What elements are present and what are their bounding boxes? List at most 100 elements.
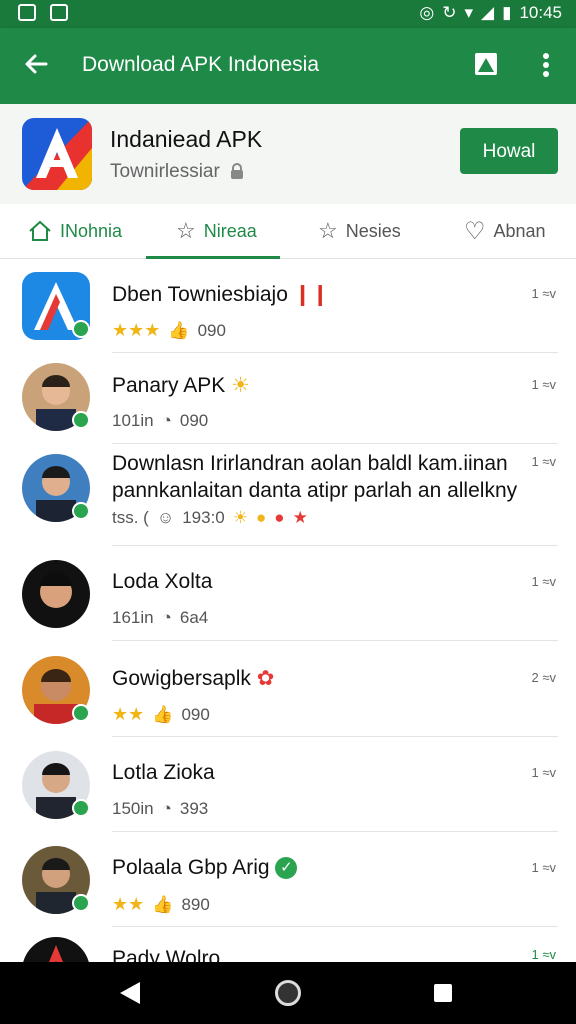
item-meta: 101in ◔ 090 <box>112 411 208 431</box>
bookmark-icon[interactable] <box>472 50 500 78</box>
like-count: 090 <box>197 320 226 340</box>
gallery-notification-icon <box>18 4 36 21</box>
verified-badge <box>72 411 90 429</box>
tab-home[interactable]: INohnia <box>28 204 122 258</box>
rating-stars: ★★ <box>112 894 145 914</box>
rating-stars: ★★ <box>112 704 145 724</box>
wifi-icon: ▾ <box>464 3 474 22</box>
item-time: 2 ≈v <box>531 670 556 685</box>
verified-badge <box>72 894 90 912</box>
flag-icon: ❙❙ <box>293 283 329 306</box>
app-logo <box>22 118 92 190</box>
system-navigation-bar <box>0 962 576 1024</box>
app-bar: Download APK Indonesia <box>0 28 576 104</box>
nav-back-icon[interactable] <box>120 982 140 1004</box>
lock-icon <box>231 163 243 179</box>
list-item[interactable]: Gowigbersaplk ✿ ★★ 👍 090 2 ≈v <box>0 642 576 737</box>
list-item[interactable]: Dben Towniesbiajo ❙❙ ★★★ 👍 090 1 ≈v <box>0 258 576 353</box>
item-duration: 101in <box>112 411 154 430</box>
item-meta: ★★ 👍 890 <box>112 894 210 915</box>
item-time: 1 ≈v <box>531 765 556 780</box>
nav-recents-icon[interactable] <box>434 984 452 1002</box>
tab-favorites[interactable]: ♡ Abnan <box>464 204 546 258</box>
sync-icon: ↻ <box>442 3 457 22</box>
list-item[interactable]: Pady Wolro 1 ≈v <box>0 927 576 962</box>
timer-icon: ◔ <box>161 799 172 818</box>
sun-emoji-icon: ☀ <box>232 508 248 527</box>
list-item[interactable]: Polaala Gbp Arig ✓ ★★ 👍 890 1 ≈v <box>0 832 576 927</box>
store-notification-icon <box>50 4 68 21</box>
verified-check-icon: ✓ <box>275 857 298 880</box>
like-count: 393 <box>179 799 209 818</box>
item-prefix: tss. ( <box>112 508 149 527</box>
item-meta: ★★ 👍 090 <box>112 704 210 725</box>
verified-badge <box>72 799 90 817</box>
back-arrow-icon[interactable] <box>20 48 52 80</box>
avatar <box>22 560 90 628</box>
app-developer: Townirlessiar <box>110 161 220 182</box>
timer-icon: ◔ <box>161 608 172 627</box>
item-title: Gowigbersaplk ✿ <box>112 667 275 690</box>
star-icon: ☆ <box>318 218 338 243</box>
tab-label: Abnan <box>493 220 546 241</box>
status-time: 10:45 <box>519 3 562 22</box>
timer-icon: ◔ <box>161 411 172 430</box>
item-duration: 161in <box>112 608 154 627</box>
item-meta: 161in ◔ 6a4 <box>112 608 208 628</box>
tab-label: INohnia <box>60 220 123 241</box>
alarm-icon: ◎ <box>419 3 435 22</box>
battery-icon: ▮ <box>502 3 512 22</box>
like-count: 890 <box>181 894 210 914</box>
item-time: 1 ≈v <box>531 286 556 301</box>
thumbs-up-icon: 👍 <box>152 894 174 914</box>
item-title: Panary APK ☀ <box>112 374 250 397</box>
list-item[interactable]: Panary APK ☀ 101in ◔ 090 1 ≈v <box>0 349 576 444</box>
thumbs-up-icon: 👍 <box>152 704 174 724</box>
app-bar-title: Download APK Indonesia <box>82 53 319 76</box>
like-count: 193:0 <box>182 508 225 527</box>
item-duration: 150in <box>112 799 154 818</box>
item-time: 1 ≈v <box>531 454 556 469</box>
like-count: 090 <box>179 411 209 430</box>
nav-home-icon[interactable] <box>275 980 301 1006</box>
heart-icon: ♡ <box>464 217 486 245</box>
verified-badge <box>72 704 90 722</box>
list-item[interactable]: Loda Xolta 161in ◔ 6a4 1 ≈v <box>0 546 576 641</box>
home-icon <box>29 220 51 241</box>
tab-popular[interactable]: ☆ Nireaa <box>176 204 257 258</box>
verified-badge <box>72 320 90 338</box>
list-item[interactable]: Downlasn Irirlandran aolan baldl kam.iin… <box>0 440 576 546</box>
star-icon: ☆ <box>176 218 196 243</box>
status-bar: ◎ ↻ ▾ ◢ ▮ 10:45 <box>0 0 576 28</box>
sticker-icon: ✿ <box>256 667 275 690</box>
sun-emoji-icon: ☀ <box>231 374 250 397</box>
item-time: 1 ≈v <box>531 860 556 875</box>
item-title: Dben Towniesbiajo ❙❙ <box>112 283 329 306</box>
item-time: 1 ≈v <box>531 574 556 589</box>
rating-stars: ★★★ <box>112 320 161 340</box>
like-count: 090 <box>181 704 210 724</box>
tab-label: Nesies <box>345 220 401 241</box>
star-emoji-icon: ★ <box>292 508 308 527</box>
install-button[interactable]: Howal <box>460 128 558 174</box>
item-meta: ★★★ 👍 090 <box>112 320 226 341</box>
more-options-icon[interactable] <box>534 50 558 80</box>
verified-badge <box>72 502 90 520</box>
item-title: Pady Wolro <box>112 947 221 962</box>
item-time: 1 ≈v <box>531 377 556 392</box>
item-meta: tss. ( ☺ 193:0 ☀ ● ● ★ <box>112 508 308 528</box>
avatar <box>22 937 90 962</box>
item-meta: 150in ◔ 393 <box>112 799 208 819</box>
like-count: 6a4 <box>179 608 209 627</box>
badge-emoji-icon: ● <box>256 508 267 527</box>
thumbs-up-icon: 👍 <box>168 320 190 340</box>
item-title: Lotla Zioka <box>112 761 215 784</box>
people-icon: ☺ <box>156 508 175 527</box>
tab-label: Nireaa <box>203 220 257 241</box>
item-title: Loda Xolta <box>112 570 213 593</box>
item-title-line1: Downlasn Irirlandran aolan baldl kam.iin… <box>112 452 508 475</box>
list-item[interactable]: Lotla Zioka 150in ◔ 393 1 ≈v <box>0 737 576 832</box>
item-time: 1 ≈v <box>531 947 556 962</box>
tab-bar: INohnia ☆ Nireaa ☆ Nesies ♡ Abnan <box>0 204 576 259</box>
tab-new[interactable]: ☆ Nesies <box>318 204 401 258</box>
